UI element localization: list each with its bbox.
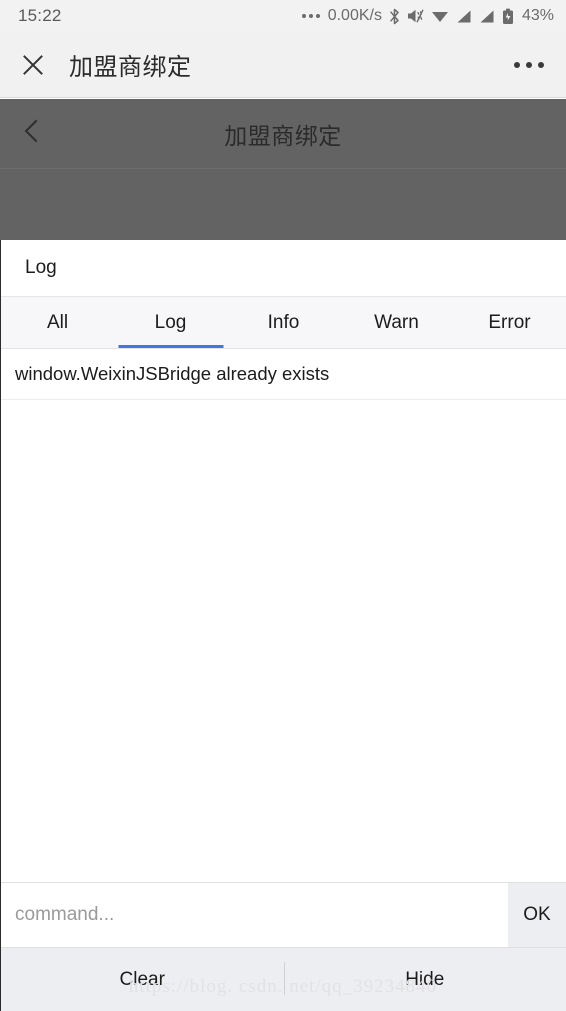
more-options-icon[interactable] (514, 61, 544, 68)
page-nav-bar: 加盟商绑定 (0, 99, 566, 169)
clear-button[interactable]: Clear (1, 969, 284, 991)
signal-icon (456, 9, 472, 24)
more-dots-icon (301, 14, 320, 18)
hide-button[interactable]: Hide (284, 969, 566, 991)
command-input[interactable] (1, 883, 508, 947)
command-bar: OK (1, 882, 566, 947)
page-title: 加盟商绑定 (69, 54, 192, 81)
mute-icon (407, 8, 424, 24)
status-bar: 15:22 0.00K/s 43% (0, 0, 566, 32)
page-nav-title: 加盟商绑定 (224, 122, 342, 149)
status-bar-icons: 0.00K/s 43% (301, 7, 554, 25)
tab-all[interactable]: All (1, 297, 114, 348)
vconsole-panel: Log All Log Info Warn Error window.Weixi… (0, 240, 566, 1011)
tab-label: Error (488, 311, 531, 333)
tab-label: Log (154, 311, 187, 333)
tab-warn[interactable]: Warn (340, 297, 453, 348)
wifi-icon (431, 8, 449, 24)
footer-divider (284, 962, 285, 995)
phone-screen: 15:22 0.00K/s 43% 加盟商绑定 加盟商绑定 Log All Lo… (0, 0, 566, 1011)
tab-label: Warn (374, 311, 419, 333)
console-log-list[interactable]: window.WeixinJSBridge already exists (1, 349, 566, 882)
console-footer: Clear Hide (1, 947, 566, 1011)
console-titlebar: Log (1, 240, 566, 297)
close-icon[interactable] (20, 52, 46, 78)
ok-button[interactable]: OK (508, 883, 566, 947)
log-row: window.WeixinJSBridge already exists (1, 349, 566, 401)
tab-log[interactable]: Log (114, 297, 227, 348)
console-title: Log (25, 257, 57, 278)
status-bar-battery-percent: 43% (521, 7, 554, 24)
console-tabbar: All Log Info Warn Error (1, 297, 566, 349)
battery-charging-icon (502, 8, 514, 25)
dimmed-page-background: 加盟商绑定 (0, 99, 566, 240)
tab-info[interactable]: Info (227, 297, 340, 348)
wechat-header: 加盟商绑定 (0, 32, 566, 98)
tab-label: Info (267, 311, 300, 333)
status-bar-network-speed: 0.00K/s (327, 7, 382, 24)
signal-icon (479, 9, 495, 24)
tab-label: All (46, 311, 69, 333)
status-bar-time: 15:22 (18, 6, 62, 25)
bluetooth-icon (389, 8, 400, 25)
tab-error[interactable]: Error (453, 297, 566, 348)
